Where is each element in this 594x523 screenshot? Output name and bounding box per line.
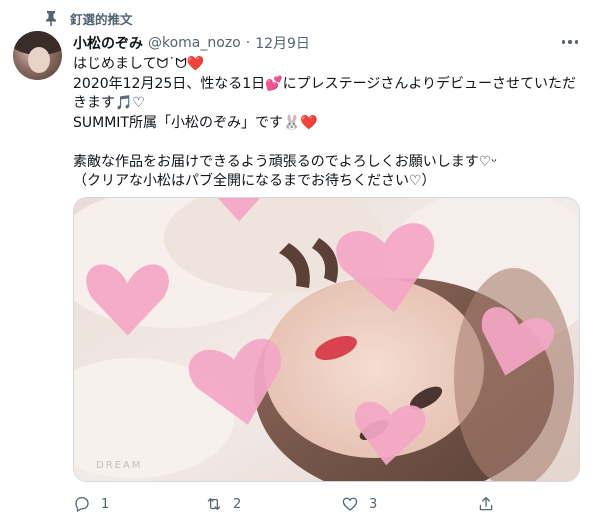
tweet-header: 小松のぞみ @koma_nozo · 12月9日 [73, 32, 310, 54]
like-button[interactable]: 3 [341, 492, 377, 516]
tweet-line [73, 133, 583, 153]
tweet-line: 素敵な作品をお届けできるよう頑張るのでよろしくお願いします♡ᵕ [73, 153, 498, 170]
tweet-actions: 1 2 3 [73, 492, 503, 516]
reply-icon [75, 496, 89, 512]
pinned-label-text: 釘選的推文 [70, 11, 133, 27]
share-icon [479, 496, 493, 511]
tweet-photo[interactable]: DREAM [73, 197, 580, 482]
tweet-line: きます🎵♡ [73, 95, 145, 111]
retweet-icon [207, 498, 221, 510]
reply-count: 1 [101, 496, 110, 512]
retweet-count: 2 [233, 496, 242, 512]
avatar[interactable] [13, 31, 62, 80]
reply-button[interactable]: 1 [73, 492, 109, 516]
pinned-tweet-label: 釘選的推文 [44, 8, 133, 28]
tweet-line: はじめましてᗢ˙ᗢ❤️ [73, 56, 205, 72]
author-name[interactable]: 小松のぞみ [73, 33, 143, 53]
tweet-line: 2020年12月25日、性なる1日💕にプレステージさんよりデビューさせていただ [73, 75, 577, 92]
more-options-icon[interactable] [556, 34, 584, 50]
like-count: 3 [369, 496, 378, 512]
photo-watermark: DREAM [96, 460, 142, 471]
tweet-date[interactable]: 12月9日 [255, 33, 310, 53]
like-icon [342, 497, 358, 511]
tweet-text: はじめましてᗢ˙ᗢ❤️ 2020年12月25日、性なる1日💕にプレステージさんよ… [73, 55, 583, 192]
separator-dot: · [245, 35, 251, 51]
pin-icon [44, 10, 58, 26]
author-handle[interactable]: @koma_nozo [148, 35, 241, 51]
tweet-line: SUMMIT所属「小松のぞみ」です🐰❤️ [73, 114, 318, 131]
retweet-button[interactable]: 2 [205, 492, 241, 516]
share-button[interactable] [477, 492, 495, 516]
tweet-line: （クリアな小松はパブ全開になるまでお待ちください♡） [73, 173, 436, 189]
